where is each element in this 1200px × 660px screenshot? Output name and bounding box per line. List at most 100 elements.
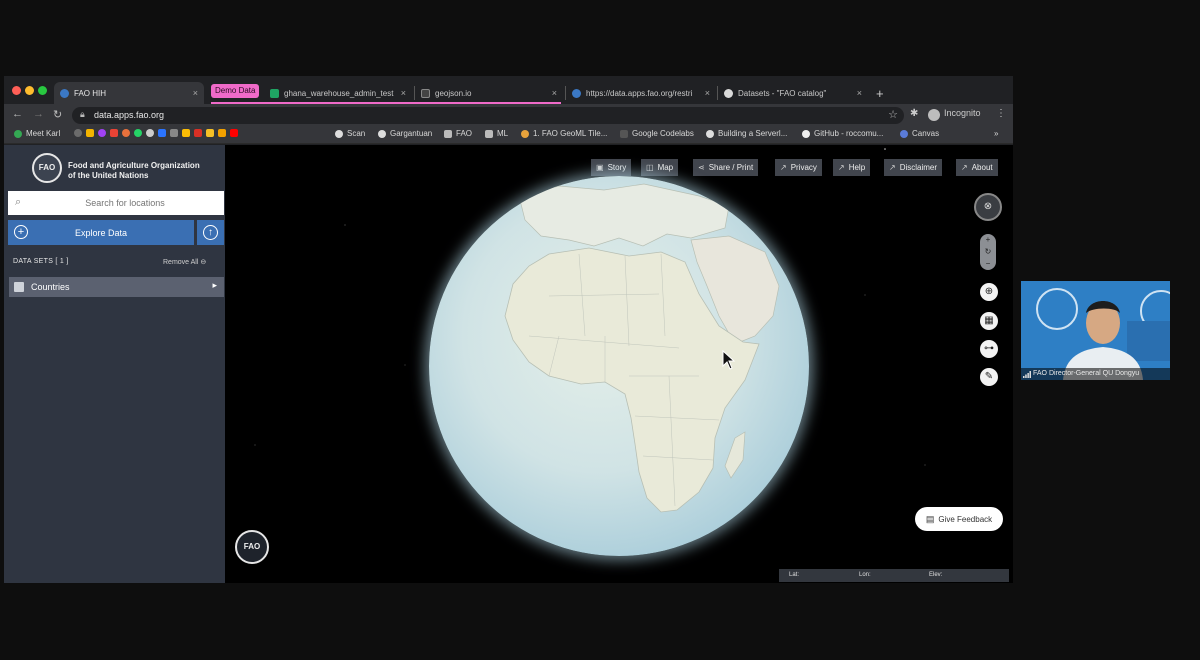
plus-circle-icon: + [14, 225, 28, 239]
about-button[interactable]: ↗ About [956, 159, 998, 176]
europe-landmass [518, 183, 730, 247]
external-link-icon: ↗ [838, 163, 845, 172]
story-button[interactable]: ▣ Story [591, 159, 632, 176]
upload-button[interactable]: ↑ [197, 220, 224, 245]
back-arrow-icon[interactable]: ← [12, 108, 23, 120]
bookmark-building-serverless[interactable]: Building a Serverl... [706, 129, 787, 138]
bookmark-ml-folder[interactable]: ML [485, 129, 508, 138]
longitude-label: Lon: [859, 572, 871, 578]
tab-geojson[interactable]: geojson.io × [415, 82, 563, 104]
tab-bar: FAO HIH × Demo Data ghana_warehouse_admi… [4, 76, 1013, 104]
bookmark-google-codelabs[interactable]: Google Codelabs [620, 129, 694, 138]
tab-fao-hih[interactable]: FAO HIH × [54, 82, 204, 104]
tab-ghana-warehouse[interactable]: ghana_warehouse_admin_test × [264, 82, 412, 104]
bookmark-canvas[interactable]: Canvas [900, 129, 939, 138]
fao-logo-watermark: FAO [235, 530, 269, 564]
tab-label: FAO HIH [74, 88, 107, 98]
minimize-window-button[interactable] [25, 86, 34, 95]
locate-target-icon[interactable]: ⊕ [980, 283, 998, 301]
split-view-icon[interactable]: ▦ [980, 312, 998, 330]
mouse-cursor-icon [722, 350, 736, 370]
help-button[interactable]: ↗ Help [833, 159, 871, 176]
remove-all-icon: ⊖ [200, 259, 207, 266]
participant-video [1063, 301, 1143, 380]
tab-close-icon[interactable]: × [401, 88, 406, 98]
coordinates-bar: Lat: Lon: Elev: [779, 569, 1009, 582]
measure-distance-icon[interactable]: ⊶ [980, 340, 998, 358]
chevron-right-icon[interactable]: ▸ [212, 280, 217, 291]
bookmarks-overflow-button[interactable]: » [994, 129, 998, 138]
map-icon: ◫ [646, 163, 654, 172]
dataset-item-countries[interactable]: Countries ▸ [9, 277, 224, 297]
screen: FAO HIH × Demo Data ghana_warehouse_admi… [0, 0, 1200, 660]
remove-all-button[interactable]: Remove All ⊖ [163, 258, 206, 266]
search-input[interactable] [32, 194, 218, 212]
tab-data-apps-restricted[interactable]: https://data.apps.fao.org/restri × [566, 82, 716, 104]
external-link-icon: ↗ [780, 163, 787, 172]
maximize-window-button[interactable] [38, 86, 47, 95]
fao-hih-app: FAO Food and Agriculture Organization of… [4, 145, 1013, 583]
kebab-menu-icon[interactable]: ⋮ [996, 108, 1006, 119]
tab-close-icon[interactable]: × [705, 88, 710, 98]
reset-view-icon[interactable]: ↻ [980, 246, 996, 258]
zoom-out-icon[interactable]: − [980, 258, 996, 270]
close-window-button[interactable] [12, 86, 21, 95]
external-link-icon: ↗ [889, 163, 896, 172]
signal-strength-icon [1023, 371, 1031, 378]
address-bar[interactable]: 🔒︎ data.apps.fao.org ☆ [72, 107, 904, 124]
tab-label: Datasets - "FAO catalog" [738, 88, 827, 98]
tab-close-icon[interactable]: × [193, 88, 198, 98]
disclaimer-button[interactable]: ↗ Disclaimer [884, 159, 943, 176]
globe-favicon-icon [724, 88, 733, 98]
feedback-icon: ▤ [925, 513, 935, 524]
bookmark-meet-karl[interactable]: Meet Karl [14, 129, 60, 138]
bookmark-star-icon[interactable]: ☆ [888, 108, 898, 121]
zoom-in-icon[interactable]: + [980, 234, 996, 246]
tab-label: https://data.apps.fao.org/restri [586, 88, 693, 98]
bookmark-icon-row[interactable] [74, 129, 242, 137]
share-print-button[interactable]: ⋖ Share / Print [693, 159, 759, 176]
map-button[interactable]: ◫ Map [641, 159, 679, 176]
tab-close-icon[interactable]: × [552, 88, 557, 98]
tab-label: geojson.io [435, 88, 472, 98]
elevation-label: Elev: [929, 572, 943, 578]
bookmark-gargantuan[interactable]: Gargantuan [378, 129, 432, 138]
latitude-label: Lat: [789, 572, 800, 578]
tab-fao-catalog[interactable]: Datasets - "FAO catalog" × [718, 82, 868, 104]
external-link-icon: ↗ [961, 163, 968, 172]
continent-map [504, 183, 780, 513]
tab-group-demo-data[interactable]: Demo Data [211, 84, 260, 98]
new-tab-button[interactable]: + [870, 82, 890, 104]
reload-icon[interactable]: ↻ [53, 108, 62, 121]
sidebar: FAO Food and Agriculture Organization of… [4, 145, 225, 583]
privacy-button[interactable]: ↗ Privacy [775, 159, 822, 176]
browser-window: FAO HIH × Demo Data ghana_warehouse_admi… [4, 76, 1013, 583]
profile-label[interactable]: Incognito [944, 108, 981, 118]
globe-favicon-icon [572, 88, 581, 98]
forward-arrow-icon[interactable]: → [33, 108, 44, 120]
tab-close-icon[interactable]: × [857, 88, 862, 98]
give-feedback-button[interactable]: ▤ Give Feedback [915, 507, 1003, 531]
location-search: ⌕ [8, 191, 224, 215]
extensions-puzzle-icon[interactable]: ✱ [910, 108, 918, 119]
org-header: FAO Food and Agriculture Organization of… [4, 145, 225, 187]
bookmark-fao-folder[interactable]: FAO [444, 129, 472, 138]
bookmark-github[interactable]: GitHub - roccomu... [802, 129, 883, 138]
compass-icon[interactable]: ⊗ [974, 193, 1002, 221]
explore-data-button[interactable]: + Explore Data [8, 220, 194, 245]
madagascar-landmass [724, 431, 746, 479]
map-viewer[interactable]: ▣ Story ◫ Map ⋖ Share / Print ↗ Privacy ↗ Hel… [225, 145, 1013, 583]
globe[interactable] [429, 176, 809, 556]
search-icon: ⌕ [15, 196, 22, 208]
dataset-checkbox[interactable] [14, 282, 24, 292]
bookmark-fao-geoml[interactable]: 1. FAO GeoML Tile... [521, 129, 607, 138]
explore-data-label: Explore Data [74, 227, 128, 238]
draw-pencil-icon[interactable]: ✎ [980, 368, 998, 386]
zoom-control[interactable]: + ↻ − [980, 234, 996, 270]
org-name: Food and Agriculture Organization of the… [68, 161, 200, 180]
video-call-tile[interactable]: FAO Director-General QU Dongyu [1021, 281, 1170, 380]
fao-favicon-icon [60, 88, 69, 98]
url-text: data.apps.fao.org [94, 110, 165, 120]
bookmark-scan[interactable]: Scan [335, 129, 365, 138]
incognito-avatar-icon [928, 109, 940, 121]
